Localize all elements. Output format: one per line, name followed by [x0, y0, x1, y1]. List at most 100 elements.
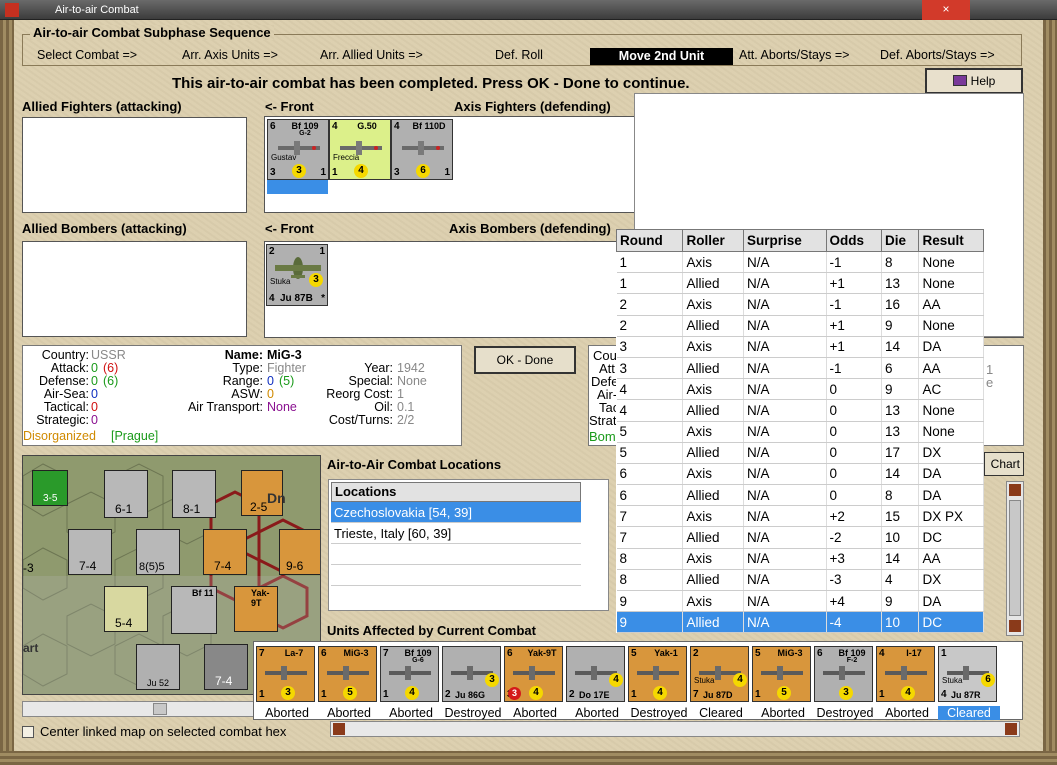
map-counter[interactable]: 7-4 — [203, 529, 247, 575]
scroll-thumb[interactable] — [1009, 500, 1021, 616]
scroll-right-icon[interactable] — [1005, 723, 1017, 735]
affected-unit-counter[interactable]: 2 Do 17E 4 — [566, 646, 625, 702]
results-col-header[interactable]: Round — [615, 229, 684, 252]
map-counter[interactable]: 7-4 — [68, 529, 112, 575]
affected-unit-counter[interactable]: 6Yak-9T334 — [504, 646, 563, 702]
affected-unit-counter[interactable]: 5 Yak-1 1 4 — [628, 646, 687, 702]
chart-button[interactable]: Chart — [984, 452, 1024, 476]
results-row[interactable]: 3 Allied N/A -1 6 AA — [616, 357, 984, 380]
bomber-defense: 1 — [319, 246, 325, 257]
results-scrollbar[interactable] — [1006, 481, 1024, 636]
results-row[interactable]: 9 Axis N/A +4 9 DA — [616, 590, 984, 613]
results-cell: 0 — [826, 378, 883, 401]
affected-unit-counter[interactable]: 2 Stuka 7 Ju 87D 4 — [690, 646, 749, 702]
units-scrollbar[interactable] — [330, 721, 1020, 737]
results-row[interactable]: 2 Axis N/A -1 16 AA — [616, 293, 984, 316]
scroll-left-icon[interactable] — [333, 723, 345, 735]
step-def-roll: Def. Roll — [495, 48, 543, 62]
map-counter[interactable]: 3-5 — [32, 470, 68, 506]
results-col-header[interactable]: Result — [918, 229, 984, 252]
results-row[interactable]: 2 Allied N/A +1 9 None — [616, 315, 984, 337]
center-map-checkbox[interactable] — [22, 726, 34, 738]
affected-unit-counter[interactable]: 6 MiG-3 1 5 — [318, 646, 377, 702]
help-button[interactable]: Help — [925, 68, 1023, 94]
counter-attack: 7 — [383, 648, 389, 659]
map-counter[interactable]: 8(5)5 — [136, 529, 180, 575]
results-row[interactable]: 4 Allied N/A 0 13 None — [616, 399, 984, 422]
results-row[interactable]: 6 Axis N/A 0 14 DA — [616, 463, 984, 486]
counter-range: 3 — [839, 686, 853, 700]
counter-bottom-name: Do 17E — [579, 690, 610, 700]
results-col-header[interactable]: Surprise — [742, 229, 827, 252]
results-col-header[interactable]: Die — [881, 229, 920, 252]
results-row[interactable]: 1 Axis N/A -1 8 None — [616, 251, 984, 274]
special-label: Special: — [348, 374, 393, 388]
counter-bottom-left: 3 — [270, 167, 276, 178]
close-button[interactable]: × — [922, 0, 970, 20]
counter-name: G.50 — [357, 121, 377, 131]
results-row[interactable]: 4 Axis N/A 0 9 AC — [616, 378, 984, 401]
results-row[interactable]: 7 Allied N/A -2 10 DC — [616, 526, 984, 549]
results-cell: N/A — [743, 590, 827, 613]
affected-unit-counter[interactable]: 7 Bf 109 G-6 1 4 — [380, 646, 439, 702]
affected-unit-counter[interactable]: 5 MiG-3 1 5 — [752, 646, 811, 702]
location-row[interactable]: Czechoslovakia [54, 39] — [331, 502, 581, 523]
unit-info-panel: Country: USSR Attack: 0 (6) Defense: 0 (6) Ai… — [22, 345, 462, 446]
results-cell: N/A — [743, 293, 827, 316]
axis-fighter-counter[interactable]: 6 Bf 109 G-2 Gustav 3 3 1 — [267, 119, 329, 180]
results-cell: AA — [918, 357, 984, 380]
results-row[interactable]: 5 Axis N/A 0 13 None — [616, 421, 984, 443]
map-counter[interactable]: 5-4 — [104, 586, 148, 632]
results-cell: 6 — [616, 484, 684, 507]
map-counter[interactable]: Ju 52 — [136, 644, 180, 690]
results-cell: N/A — [743, 421, 827, 443]
results-row[interactable]: 1 Allied N/A +1 13 None — [616, 272, 984, 295]
affected-unit-counter[interactable]: 2 Ju 86G 3 — [442, 646, 501, 702]
map-counter[interactable]: 6-1 — [104, 470, 148, 518]
counter-pilot: Stuka — [942, 676, 963, 685]
results-col-header[interactable]: Roller — [682, 229, 744, 252]
affected-unit-status: Aborted — [761, 706, 805, 720]
affected-unit-counter[interactable]: 4 I-17 1 4 — [876, 646, 935, 702]
affected-unit-status: Cleared — [699, 706, 743, 720]
plane-icon — [327, 666, 369, 680]
map-counter-selected[interactable]: Bf 11 — [171, 586, 217, 634]
name-label: Name: — [224, 348, 263, 362]
scroll-down-icon[interactable] — [1009, 620, 1021, 632]
axis-fighter-counter[interactable]: 4 G.50 Freccia 1 4 — [329, 119, 391, 180]
map-counter[interactable]: 9-6 — [279, 529, 320, 575]
allied-fighters-box[interactable] — [22, 117, 247, 213]
results-row[interactable]: 8 Allied N/A -3 4 DX — [616, 569, 984, 592]
map-counter[interactable]: Yak-9T — [234, 586, 278, 632]
affected-unit-counter[interactable]: 1 Stuka 4 Ju 87R 6 — [938, 646, 997, 702]
results-row[interactable]: 8 Axis N/A +3 14 AA — [616, 548, 984, 570]
results-cell: Allied — [682, 399, 744, 422]
map-counter-edge: -3 — [23, 561, 34, 575]
window-titlebar: Air-to-air Combat — [0, 0, 1057, 20]
scroll-up-icon[interactable] — [1009, 484, 1021, 496]
results-row[interactable]: 5 Allied N/A 0 17 DX — [616, 442, 984, 464]
results-cell: +1 — [826, 336, 883, 358]
counter-range: 3 — [292, 164, 306, 178]
counter-bottom-left: 1 — [259, 689, 265, 700]
results-cell: AA — [918, 293, 984, 316]
location-row[interactable]: Trieste, Italy [60, 39] — [331, 523, 581, 544]
results-cell: 9 — [881, 378, 920, 401]
map-counter[interactable]: 8-1 — [172, 470, 216, 518]
counter-range: 5 — [343, 686, 357, 700]
results-cell: 7 — [616, 526, 684, 549]
allied-bombers-box[interactable] — [22, 241, 247, 337]
results-row[interactable]: 6 Allied N/A 0 8 DA — [616, 484, 984, 507]
affected-unit-counter[interactable]: 7 La-7 1 3 — [256, 646, 315, 702]
results-row[interactable]: 7 Axis N/A +2 15 DX PX — [616, 505, 984, 528]
results-col-header[interactable]: Odds — [825, 229, 883, 252]
results-row[interactable]: 3 Axis N/A +1 14 DA — [616, 336, 984, 358]
axis-fighter-counter[interactable]: 4 Bf 110D 3 6 1 — [391, 119, 453, 180]
plane-icon — [823, 666, 865, 680]
map-scroll-thumb[interactable] — [153, 703, 167, 715]
map-counter[interactable]: 7-4 — [204, 644, 248, 690]
results-row[interactable]: 9 Allied N/A -4 10 DC — [616, 611, 984, 634]
axis-bomber-counter[interactable]: 2 1 Stuka 3 4 Ju 87B * — [266, 244, 328, 306]
ok-done-button[interactable]: OK - Done — [474, 346, 576, 374]
affected-unit-counter[interactable]: 6 Bf 109 F-2 3 — [814, 646, 873, 702]
